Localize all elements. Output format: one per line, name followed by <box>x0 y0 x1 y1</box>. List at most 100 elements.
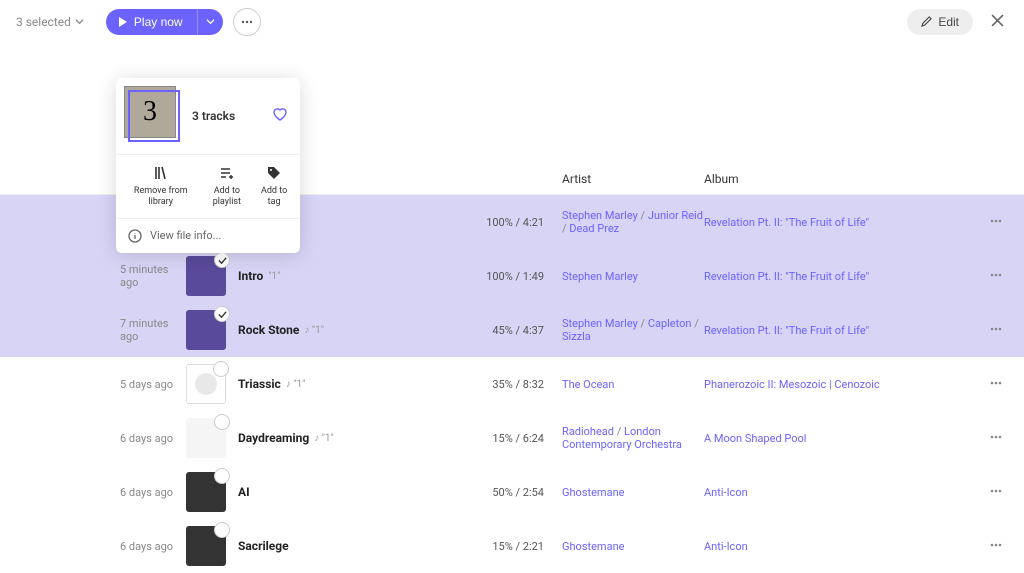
close-button[interactable] <box>987 10 1008 34</box>
play-now-label: Play now <box>134 15 183 29</box>
row-more-button[interactable] <box>988 213 1004 232</box>
edit-button[interactable]: Edit <box>907 9 973 35</box>
more-button[interactable] <box>233 8 261 36</box>
artist-link[interactable]: Stephen Marley <box>562 270 638 283</box>
close-icon <box>991 14 1004 27</box>
album-cell: Anti-Icon <box>704 540 904 553</box>
content: y 3 3 tracks Remove from library Add to … <box>0 44 1024 573</box>
track-progress: 100% / 4:21 <box>484 216 544 229</box>
row-time: 5 minutes ago <box>0 263 186 289</box>
artist-link[interactable]: Capleton <box>648 317 692 330</box>
popover-header: 3 3 tracks <box>116 78 300 154</box>
pencil-icon <box>921 16 932 27</box>
play-now-dropdown[interactable] <box>197 9 223 35</box>
dots-icon <box>988 537 1004 553</box>
table-row[interactable]: 6 days agoAI50% / 2:54GhostemaneAnti-Ico… <box>0 465 1024 519</box>
album-link[interactable]: A Moon Shaped Pool <box>704 432 806 445</box>
dots-icon <box>988 267 1004 283</box>
table-row[interactable]: 6 days agoSacrilege15% / 2:21GhostemaneA… <box>0 519 1024 573</box>
track-progress: 35% / 8:32 <box>484 378 544 391</box>
add-playlist-label: Add to playlist <box>200 186 255 208</box>
row-more-button[interactable] <box>988 483 1004 502</box>
top-bar: 3 selected Play now Edit <box>0 0 1024 44</box>
row-more-button[interactable] <box>988 321 1004 340</box>
album-link[interactable]: Revelation Pt. II: "The Fruit of Life" <box>704 216 869 229</box>
table-row[interactable]: 7 minutes agoRock Stone♪ "1"45% / 4:37St… <box>0 303 1024 357</box>
column-artist[interactable]: Artist <box>544 172 704 186</box>
add-to-tag-button[interactable]: Add to tag <box>254 165 294 208</box>
artist-link[interactable]: The Ocean <box>562 378 614 391</box>
check-badge-icon <box>214 252 230 268</box>
album-art[interactable] <box>186 472 226 512</box>
row-more-button[interactable] <box>988 375 1004 394</box>
play-now-button[interactable]: Play now <box>106 9 197 35</box>
heart-icon <box>272 106 288 122</box>
album-link[interactable]: Revelation Pt. II: "The Fruit of Life" <box>704 324 869 337</box>
add-to-playlist-button[interactable]: Add to playlist <box>200 165 255 208</box>
column-album[interactable]: Album <box>704 172 904 186</box>
info-icon <box>128 229 142 243</box>
chevron-down-icon <box>206 17 215 26</box>
album-art[interactable] <box>186 256 226 296</box>
circle-badge-icon <box>214 522 230 538</box>
album-cell: Revelation Pt. II: "The Fruit of Life" <box>704 324 904 337</box>
artist-link[interactable]: Junior Reid <box>648 209 703 222</box>
selection-popover: 3 3 tracks Remove from library Add to pl… <box>116 78 300 253</box>
artist-link[interactable]: Dead Prez <box>569 222 619 235</box>
album-art[interactable] <box>186 418 226 458</box>
file-info-label: View file info... <box>150 229 221 242</box>
tag-icon <box>266 165 282 181</box>
circle-badge-icon <box>213 361 229 377</box>
row-more-button[interactable] <box>988 267 1004 286</box>
edit-label: Edit <box>938 15 959 29</box>
selected-count-dropdown[interactable]: 3 selected <box>16 15 84 29</box>
track-progress: 45% / 4:37 <box>484 324 544 337</box>
track-progress: 50% / 2:54 <box>484 486 544 499</box>
dots-icon <box>988 429 1004 445</box>
artist-cell: The Ocean <box>544 378 704 391</box>
dots-icon <box>988 483 1004 499</box>
row-more-button[interactable] <box>988 429 1004 448</box>
album-link[interactable]: Revelation Pt. II: "The Fruit of Life" <box>704 270 869 283</box>
album-art[interactable] <box>186 526 226 566</box>
track-title: AI <box>238 485 250 499</box>
view-file-info-button[interactable]: View file info... <box>116 218 300 253</box>
remove-from-library-button[interactable]: Remove from library <box>122 165 200 208</box>
row-time: 7 minutes ago <box>0 317 186 343</box>
artist-link[interactable]: Stephen Marley <box>562 317 638 330</box>
play-now-group: Play now <box>106 9 223 35</box>
circle-badge-icon <box>214 468 230 484</box>
artist-link[interactable]: Radiohead <box>562 425 614 438</box>
circle-badge-icon <box>214 414 230 430</box>
track-title: Daydreaming <box>238 431 309 445</box>
table-row[interactable]: 5 minutes agoIntro"1"100% / 1:49Stephen … <box>0 249 1024 303</box>
selected-count-label: 3 selected <box>16 15 71 29</box>
dots-icon <box>988 213 1004 229</box>
favorite-button[interactable] <box>272 106 288 126</box>
table-row[interactable]: 5 days agoTriassic♪ "1"35% / 8:32The Oce… <box>0 357 1024 411</box>
dots-icon <box>988 321 1004 337</box>
album-link[interactable]: Anti-Icon <box>704 540 748 553</box>
album-cell: Phanerozoic II: Mesozoic | Cenozoic <box>704 378 904 391</box>
chevron-down-icon <box>75 17 84 26</box>
track-progress: 15% / 2:21 <box>484 540 544 553</box>
artist-link[interactable]: Sizzla <box>562 330 591 343</box>
artist-cell: Stephen Marley <box>544 270 704 283</box>
artist-link[interactable]: Ghostemane <box>562 486 624 499</box>
popover-title: 3 tracks <box>192 109 272 123</box>
album-link[interactable]: Anti-Icon <box>704 486 748 499</box>
track-title: Triassic <box>238 377 281 391</box>
track-title: Sacrilege <box>238 539 289 553</box>
check-badge-icon <box>214 306 230 322</box>
table-row[interactable]: 6 days agoDaydreaming♪ "1"15% / 6:24Radi… <box>0 411 1024 465</box>
playlist-add-icon <box>219 165 235 181</box>
album-cell: A Moon Shaped Pool <box>704 432 904 445</box>
album-cell: Revelation Pt. II: "The Fruit of Life" <box>704 270 904 283</box>
artist-link[interactable]: Ghostemane <box>562 540 624 553</box>
album-art[interactable] <box>186 310 226 350</box>
dots-icon <box>988 375 1004 391</box>
artist-cell: Stephen Marley / Capleton / Sizzla <box>544 317 704 343</box>
album-link[interactable]: Phanerozoic II: Mesozoic | Cenozoic <box>704 378 880 391</box>
artist-link[interactable]: Stephen Marley <box>562 209 638 222</box>
album-art[interactable] <box>186 364 226 404</box>
